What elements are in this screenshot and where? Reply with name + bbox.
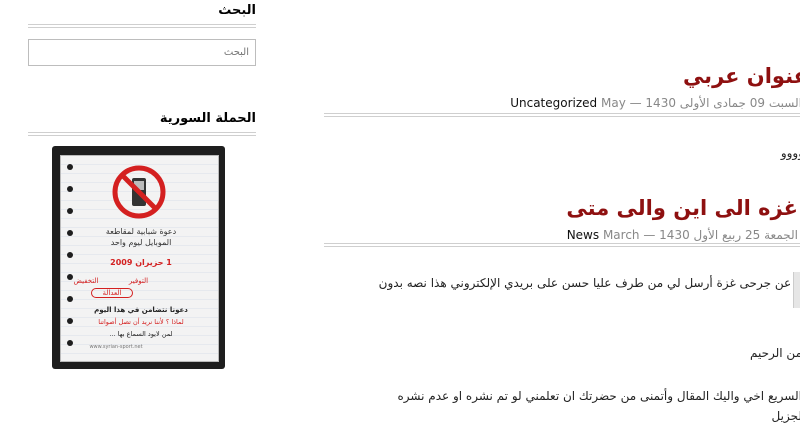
- post-title-link[interactable]: غزه الى اين والى متى: [566, 196, 798, 220]
- post-body-line: جداً عن جرحى غزة أرسل لي من طرف عليا حسن…: [378, 276, 800, 290]
- post-date: May — السبت 09 جمادى الأولى 1430: [600, 96, 800, 110]
- poster-paper: دعوة شبابية لمقاطعة الموبايل ليوم واحد 1…: [60, 155, 219, 368]
- search-input[interactable]: [28, 39, 256, 66]
- poster-line3: دعونا نتضامن في هذا اليوم: [94, 306, 188, 314]
- campaign-widget-title: الحملة السورية: [159, 111, 256, 126]
- post-meta: Uncategorized May — السبت 09 جمادى الأول…: [510, 96, 800, 110]
- poster-line2: الموبايل ليوم واحد: [110, 238, 172, 247]
- divider: [28, 24, 256, 28]
- post-meta: News March — الجمعة 25 ربيع الأول 1430: [567, 228, 798, 242]
- horizontal-scroll-handle[interactable]: [793, 272, 800, 308]
- campaign-poster-image[interactable]: دعوة شبابية لمقاطعة الموبايل ليوم واحد 1…: [52, 146, 225, 369]
- divider: [324, 113, 800, 117]
- divider: [324, 243, 800, 247]
- poster-line1: دعوة شبابية لمقاطعة: [105, 227, 177, 236]
- search-widget-title: البحث: [218, 3, 256, 18]
- post-category-link[interactable]: Uncategorized: [510, 96, 597, 110]
- post-body-line: من الرحيم: [749, 346, 800, 360]
- post-category-link[interactable]: News: [567, 228, 599, 242]
- poster-line4: لماذا ؟ لأننا نريد أن تصل أصواتنا: [98, 318, 184, 326]
- post-body-line: السريع اخي واليك المقال وأتمنى من حضرتك …: [397, 389, 800, 403]
- poster-date: 1 حزيران 2009: [110, 258, 172, 267]
- poster-label-justice: العدالة: [91, 288, 133, 298]
- post-excerpt: وووو: [780, 146, 800, 160]
- poster-label-reduction: التخفيض: [73, 277, 99, 285]
- post-date: March — الجمعة 25 ربيع الأول 1430: [602, 228, 798, 242]
- divider: [28, 132, 256, 136]
- poster-url: www.syrian-sport.net: [89, 344, 143, 350]
- post-body-line: لجزيل: [771, 409, 800, 423]
- post-title-link[interactable]: عنوان عربي: [683, 64, 800, 88]
- poster-line5: لمن لايود السماع بها ...: [109, 330, 173, 338]
- main-content: عنوان عربي Uncategorized May — السبت 09 …: [324, 0, 800, 444]
- poster-label-saving: التوفير: [128, 277, 149, 285]
- no-mobile-icon: [112, 165, 166, 219]
